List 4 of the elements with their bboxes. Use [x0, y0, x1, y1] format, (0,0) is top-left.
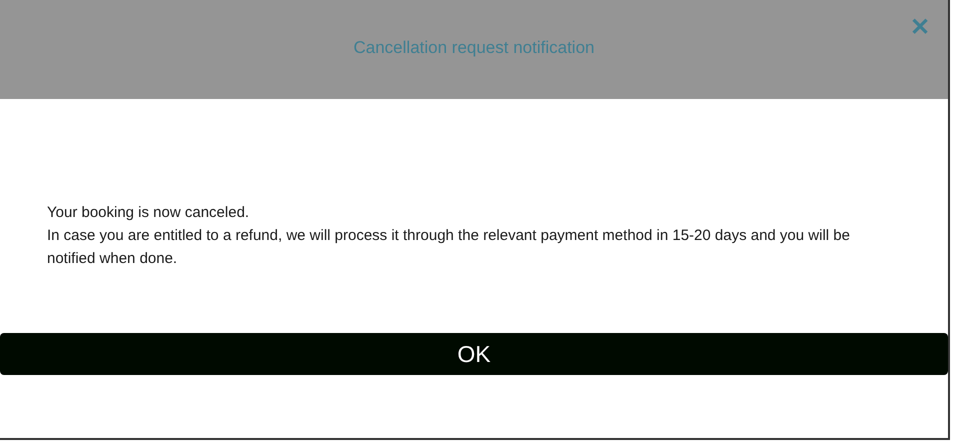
dialog-title: Cancellation request notification [354, 38, 594, 58]
message-text: In case you are entitled to a refund, we will process it through the relevant payment method in 15-20 days and you will be notified when done. [47, 226, 851, 269]
ok-button[interactable]: OK [0, 333, 948, 375]
message-text: Your booking is now canceled. [47, 203, 250, 223]
